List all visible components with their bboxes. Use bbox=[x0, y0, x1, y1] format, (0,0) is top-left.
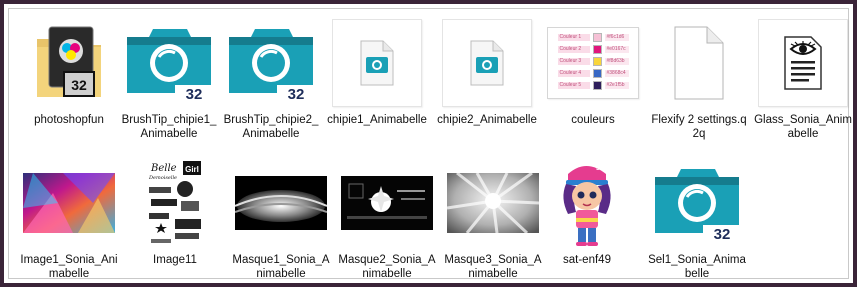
file-item-chipie1[interactable]: chipie1_Animabelle bbox=[327, 15, 427, 143]
wordart-thumbnail: Belle Demoiselle Girl bbox=[127, 155, 223, 251]
file-name: sat-enf49 bbox=[563, 254, 611, 266]
file-item-image11[interactable]: Belle Demoiselle Girl Image11 bbox=[125, 155, 225, 283]
mask-thumbnail bbox=[445, 155, 541, 251]
file-item-photoshopfun[interactable]: 32 photoshopfun bbox=[19, 15, 119, 143]
svg-text:Girl: Girl bbox=[185, 165, 199, 174]
mask-thumbnail bbox=[339, 155, 435, 251]
file-name: chipie1_Animabelle bbox=[327, 114, 427, 126]
file-item-brushtip-chipie1[interactable]: 32 BrushTip_chipie1_Animabelle bbox=[119, 15, 219, 143]
window-frame: 32 photoshopfun 32 BrushTip_chipie1_Anim… bbox=[0, 0, 857, 287]
palette-row: Couleur 2 #e0167c bbox=[557, 44, 629, 54]
file-name: chipie2_Animabelle bbox=[437, 114, 537, 126]
image-file-icon bbox=[332, 19, 422, 107]
file-item-glass[interactable]: Glass_Sonia_Animabelle bbox=[753, 15, 853, 143]
color-swatch bbox=[592, 80, 602, 90]
file-grid: 32 photoshopfun 32 BrushTip_chipie1_Anim… bbox=[8, 8, 852, 280]
file-item-sel1[interactable]: 32 Sel1_Sonia_Animabelle bbox=[647, 155, 747, 283]
file-name: photoshopfun bbox=[34, 114, 104, 126]
photoshop-folder-icon: 32 bbox=[21, 15, 117, 111]
file-name: Image11 bbox=[153, 254, 197, 266]
icon-badge: 32 bbox=[714, 226, 731, 243]
mask-thumbnail bbox=[233, 155, 329, 251]
palette-row: Couleur 5 #2e1f5b bbox=[557, 80, 629, 90]
file-name: Flexify 2 settings.q2q bbox=[651, 114, 747, 140]
icon-badge: 32 bbox=[186, 86, 203, 103]
blank-document-icon bbox=[651, 15, 747, 111]
file-name: Image1_Sonia_Animabelle bbox=[20, 254, 118, 280]
svg-text:Demoiselle: Demoiselle bbox=[148, 175, 177, 181]
color-palette-thumbnail: Couleur 1 #f6c1d6 Couleur 2 #e0167c Coul… bbox=[547, 27, 639, 99]
file-name: Masque3_Sonia_Animabelle bbox=[444, 254, 542, 280]
file-item-flexify[interactable]: Flexify 2 settings.q2q bbox=[649, 15, 749, 143]
file-item-masque2[interactable]: Masque2_Sonia_Animabelle bbox=[337, 155, 437, 283]
icon-badge: 32 bbox=[288, 86, 305, 103]
eye-document-icon bbox=[758, 19, 848, 107]
palette-row: Couleur 3 #f8d63b bbox=[557, 56, 629, 66]
psp-camera-icon: 32 bbox=[121, 15, 217, 111]
color-swatch bbox=[592, 68, 602, 78]
file-name: couleurs bbox=[571, 114, 615, 126]
file-item-masque3[interactable]: Masque3_Sonia_Animabelle bbox=[443, 155, 543, 283]
file-name: Masque1_Sonia_Animabelle bbox=[232, 254, 330, 280]
palette-row: Couleur 4 #3868c4 bbox=[557, 68, 629, 78]
abstract-colorful-thumbnail bbox=[21, 155, 117, 251]
svg-text:Belle: Belle bbox=[150, 163, 177, 174]
file-name: BrushTip_chipie2_Animabelle bbox=[223, 114, 319, 140]
file-name: BrushTip_chipie1_Animabelle bbox=[121, 114, 217, 140]
color-swatch bbox=[592, 32, 602, 42]
image-file-icon bbox=[442, 19, 532, 107]
file-item-image1[interactable]: Image1_Sonia_Animabelle bbox=[19, 155, 119, 283]
color-swatch bbox=[592, 56, 602, 66]
file-name: Masque2_Sonia_Animabelle bbox=[338, 254, 436, 280]
palette-row: Couleur 1 #f6c1d6 bbox=[557, 32, 629, 42]
svg-text:32: 32 bbox=[71, 77, 87, 93]
psp-camera-icon: 32 bbox=[223, 15, 319, 111]
file-item-chipie2[interactable]: chipie2_Animabelle bbox=[437, 15, 537, 143]
file-item-couleurs[interactable]: Couleur 1 #f6c1d6 Couleur 2 #e0167c Coul… bbox=[543, 15, 643, 143]
file-name: Glass_Sonia_Animabelle bbox=[754, 114, 852, 140]
svg-text:Sonia: Sonia bbox=[596, 166, 613, 172]
color-swatch bbox=[592, 44, 602, 54]
file-item-brushtip-chipie2[interactable]: 32 BrushTip_chipie2_Animabelle bbox=[221, 15, 321, 143]
file-item-sat-enf49[interactable]: Sonia sat-enf49 bbox=[537, 155, 637, 283]
file-item-masque1[interactable]: Masque1_Sonia_Animabelle bbox=[231, 155, 331, 283]
psp-camera-icon: 32 bbox=[649, 155, 745, 251]
girl-character-thumbnail: Sonia bbox=[539, 155, 635, 251]
file-name: Sel1_Sonia_Animabelle bbox=[648, 254, 746, 280]
